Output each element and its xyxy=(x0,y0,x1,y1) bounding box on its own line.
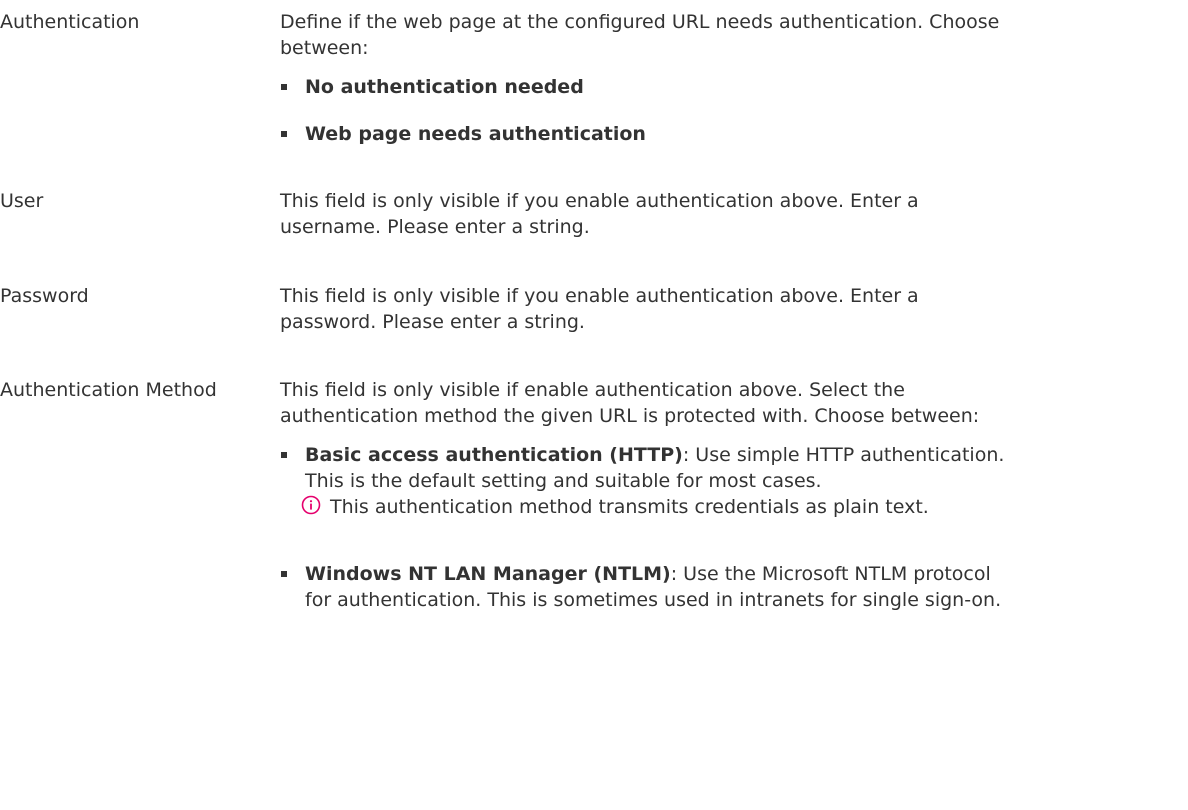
option-item: Windows NT LAN Manager (NTLM): Use the M… xyxy=(280,561,1020,613)
setting-description-block: This field is only visible if enable aut… xyxy=(280,377,1020,613)
setting-description-block: Define if the web page at the configured… xyxy=(280,9,1020,147)
setting-description-block: This field is only visible if you enable… xyxy=(280,188,1020,240)
option-title: No authentication needed xyxy=(305,76,584,98)
info-note: This authentication method transmits cre… xyxy=(301,494,1020,520)
setting-label: User xyxy=(0,190,44,212)
setting-description: This field is only visible if you enable… xyxy=(280,190,919,238)
option-list: No authentication needed Web page needs … xyxy=(280,74,1020,147)
bullet-icon xyxy=(281,571,287,577)
setting-label: Password xyxy=(0,285,89,307)
bullet-icon xyxy=(281,452,287,458)
setting-label: Authentication Method xyxy=(0,379,217,401)
option-title: Web page needs authentication xyxy=(305,123,646,145)
bullet-icon xyxy=(281,84,287,90)
option-title: Windows NT LAN Manager (NTLM) xyxy=(305,563,671,585)
option-item: Web page needs authentication xyxy=(280,121,1020,147)
info-icon xyxy=(301,495,321,515)
option-list: Basic access authentication (HTTP): Use … xyxy=(280,442,1020,613)
bullet-icon xyxy=(281,131,287,137)
info-note-text: This authentication method transmits cre… xyxy=(330,496,929,518)
option-item: Basic access authentication (HTTP): Use … xyxy=(280,442,1020,520)
setting-label: Authentication xyxy=(0,11,140,33)
option-item: No authentication needed xyxy=(280,74,1020,100)
option-title: Basic access authentication (HTTP) xyxy=(305,444,683,466)
setting-description: This field is only visible if you enable… xyxy=(280,285,919,333)
setting-description-block: This field is only visible if you enable… xyxy=(280,283,1020,335)
setting-description: This field is only visible if enable aut… xyxy=(280,379,980,427)
setting-description: Define if the web page at the configured… xyxy=(280,11,1000,59)
